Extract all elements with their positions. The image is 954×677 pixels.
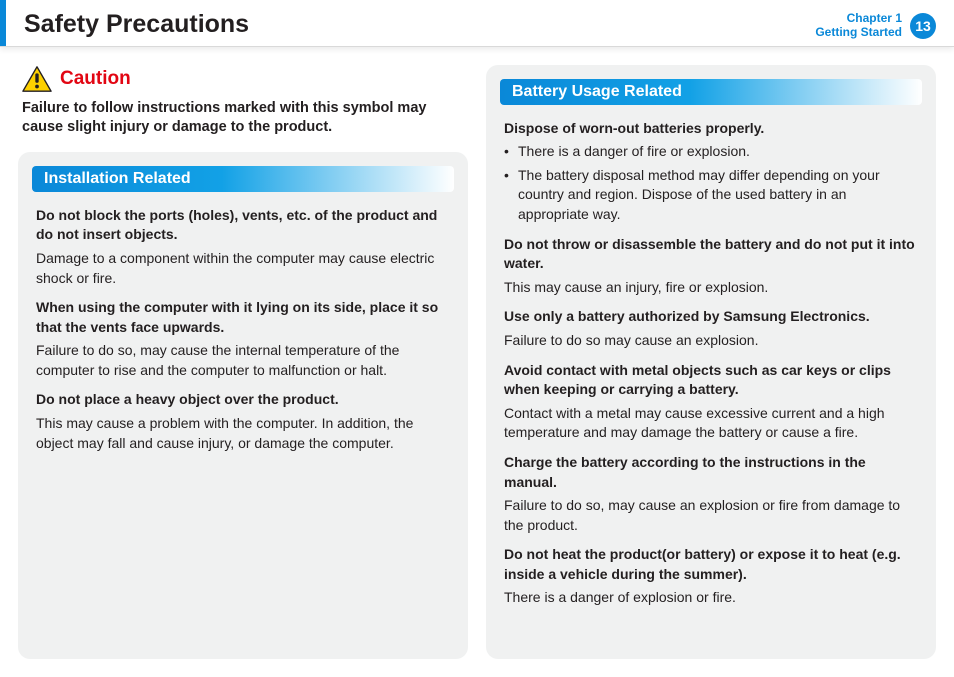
battery-dispose-list: There is a danger of fire or explosion. … bbox=[504, 142, 918, 224]
installation-item-bold: When using the computer with it lying on… bbox=[36, 298, 450, 337]
battery-item-body: There is a danger of explosion or fire. bbox=[504, 588, 918, 608]
installation-item-bold: Do not place a heavy object over the pro… bbox=[36, 390, 450, 410]
battery-item-bold: Charge the battery according to the inst… bbox=[504, 453, 918, 492]
header-meta: Chapter 1 Getting Started 13 bbox=[815, 10, 936, 40]
installation-item-bold: Do not block the ports (holes), vents, e… bbox=[36, 206, 450, 245]
chapter-label: Chapter 1 Getting Started bbox=[815, 12, 902, 40]
chapter-line-1: Chapter 1 bbox=[815, 12, 902, 26]
installation-panel: Installation Related Do not block the po… bbox=[18, 152, 468, 659]
column-right: Battery Usage Related Dispose of worn-ou… bbox=[486, 65, 936, 659]
battery-item-body: Contact with a metal may cause excessive… bbox=[504, 404, 918, 443]
battery-item-bold: Avoid contact with metal objects such as… bbox=[504, 361, 918, 400]
battery-item-bold: Do not throw or disassemble the battery … bbox=[504, 235, 918, 274]
caution-head: Caution bbox=[22, 65, 464, 93]
list-item: The battery disposal method may differ d… bbox=[504, 166, 918, 225]
battery-panel: Battery Usage Related Dispose of worn-ou… bbox=[486, 65, 936, 659]
content-columns: Caution Failure to follow instructions m… bbox=[0, 47, 954, 677]
warning-icon bbox=[22, 65, 52, 93]
installation-item-body: This may cause a problem with the comput… bbox=[36, 414, 450, 453]
installation-item-body: Damage to a component within the compute… bbox=[36, 249, 450, 288]
battery-item-bold: Use only a battery authorized by Samsung… bbox=[504, 307, 918, 327]
caution-title: Caution bbox=[60, 68, 131, 90]
page-title: Safety Precautions bbox=[22, 10, 249, 39]
page-header: Safety Precautions Chapter 1 Getting Sta… bbox=[0, 0, 954, 47]
installation-item-body: Failure to do so, may cause the internal… bbox=[36, 341, 450, 380]
battery-heading: Battery Usage Related bbox=[500, 79, 922, 105]
page-number-badge: 13 bbox=[910, 13, 936, 39]
battery-item-body: Failure to do so may cause an explosion. bbox=[504, 331, 918, 351]
battery-dispose-bold: Dispose of worn-out batteries properly. bbox=[504, 119, 918, 139]
list-item: There is a danger of fire or explosion. bbox=[504, 142, 918, 162]
chapter-line-2: Getting Started bbox=[815, 26, 902, 40]
battery-item-body: Failure to do so, may cause an explosion… bbox=[504, 496, 918, 535]
battery-item-bold: Do not heat the product(or battery) or e… bbox=[504, 545, 918, 584]
battery-item-body: This may cause an injury, fire or explos… bbox=[504, 278, 918, 298]
page: Safety Precautions Chapter 1 Getting Sta… bbox=[0, 0, 954, 677]
column-left: Caution Failure to follow instructions m… bbox=[18, 65, 468, 659]
caution-description: Failure to follow instructions marked wi… bbox=[22, 99, 464, 138]
caution-block: Caution Failure to follow instructions m… bbox=[18, 65, 468, 152]
installation-heading: Installation Related bbox=[32, 166, 454, 192]
